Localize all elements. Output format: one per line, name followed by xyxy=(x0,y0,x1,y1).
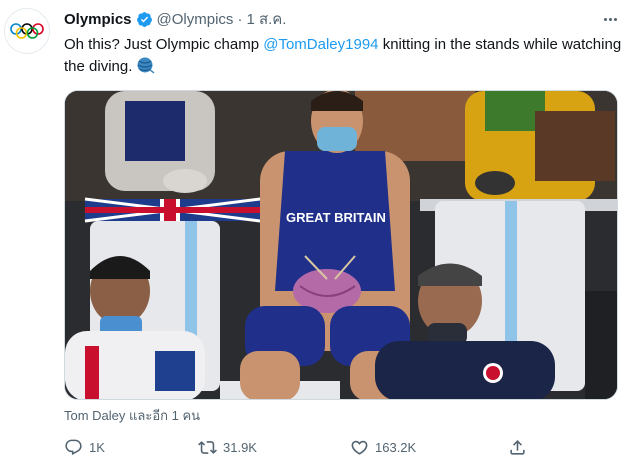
retweet-icon xyxy=(198,440,217,454)
separator-dot: · xyxy=(237,10,243,28)
tweet-photo[interactable]: GREAT BRITAIN xyxy=(64,90,618,400)
more-dot-icon xyxy=(603,17,607,21)
retweet-count: 31.9K xyxy=(223,439,257,455)
photo-illustration: GREAT BRITAIN xyxy=(65,91,617,399)
like-count: 163.2K xyxy=(375,439,417,455)
display-name[interactable]: Olympics xyxy=(64,11,132,28)
share-icon xyxy=(510,439,525,455)
yarn-ball-icon xyxy=(137,57,155,74)
action-bar: 1K 31.9K 163.2K xyxy=(60,434,580,460)
verified-badge-icon xyxy=(136,11,152,27)
jersey-text: GREAT BRITAIN xyxy=(286,210,386,225)
handle[interactable]: @Olympics xyxy=(157,11,234,28)
reply-button[interactable]: 1K xyxy=(64,434,105,460)
timestamp[interactable]: 1 ส.ค. xyxy=(246,7,286,31)
heart-icon xyxy=(351,440,368,455)
reply-icon xyxy=(65,439,82,455)
social-context[interactable]: Tom Daley และอีก 1 คน xyxy=(64,405,200,426)
mention-link[interactable]: @TomDaley1994 xyxy=(263,36,378,53)
reply-count: 1K xyxy=(89,439,105,455)
share-button[interactable] xyxy=(508,434,527,460)
more-options-button[interactable] xyxy=(598,8,622,30)
avatar[interactable] xyxy=(4,8,50,54)
more-dot-icon xyxy=(613,17,617,21)
tweet-header: Olympics @Olympics · 1 ส.ค. xyxy=(64,8,286,30)
like-button[interactable]: 163.2K xyxy=(350,434,416,460)
tweet-text-start: Oh this? Just Olympic champ xyxy=(64,36,264,53)
olympic-rings-icon xyxy=(10,23,44,39)
retweet-button[interactable]: 31.9K xyxy=(198,434,257,460)
tweet[interactable]: Olympics @Olympics · 1 ส.ค. Oh this? Jus… xyxy=(0,0,640,465)
more-dot-icon xyxy=(608,17,612,21)
tweet-text: Oh this? Just Olympic champ @TomDaley199… xyxy=(64,34,624,78)
